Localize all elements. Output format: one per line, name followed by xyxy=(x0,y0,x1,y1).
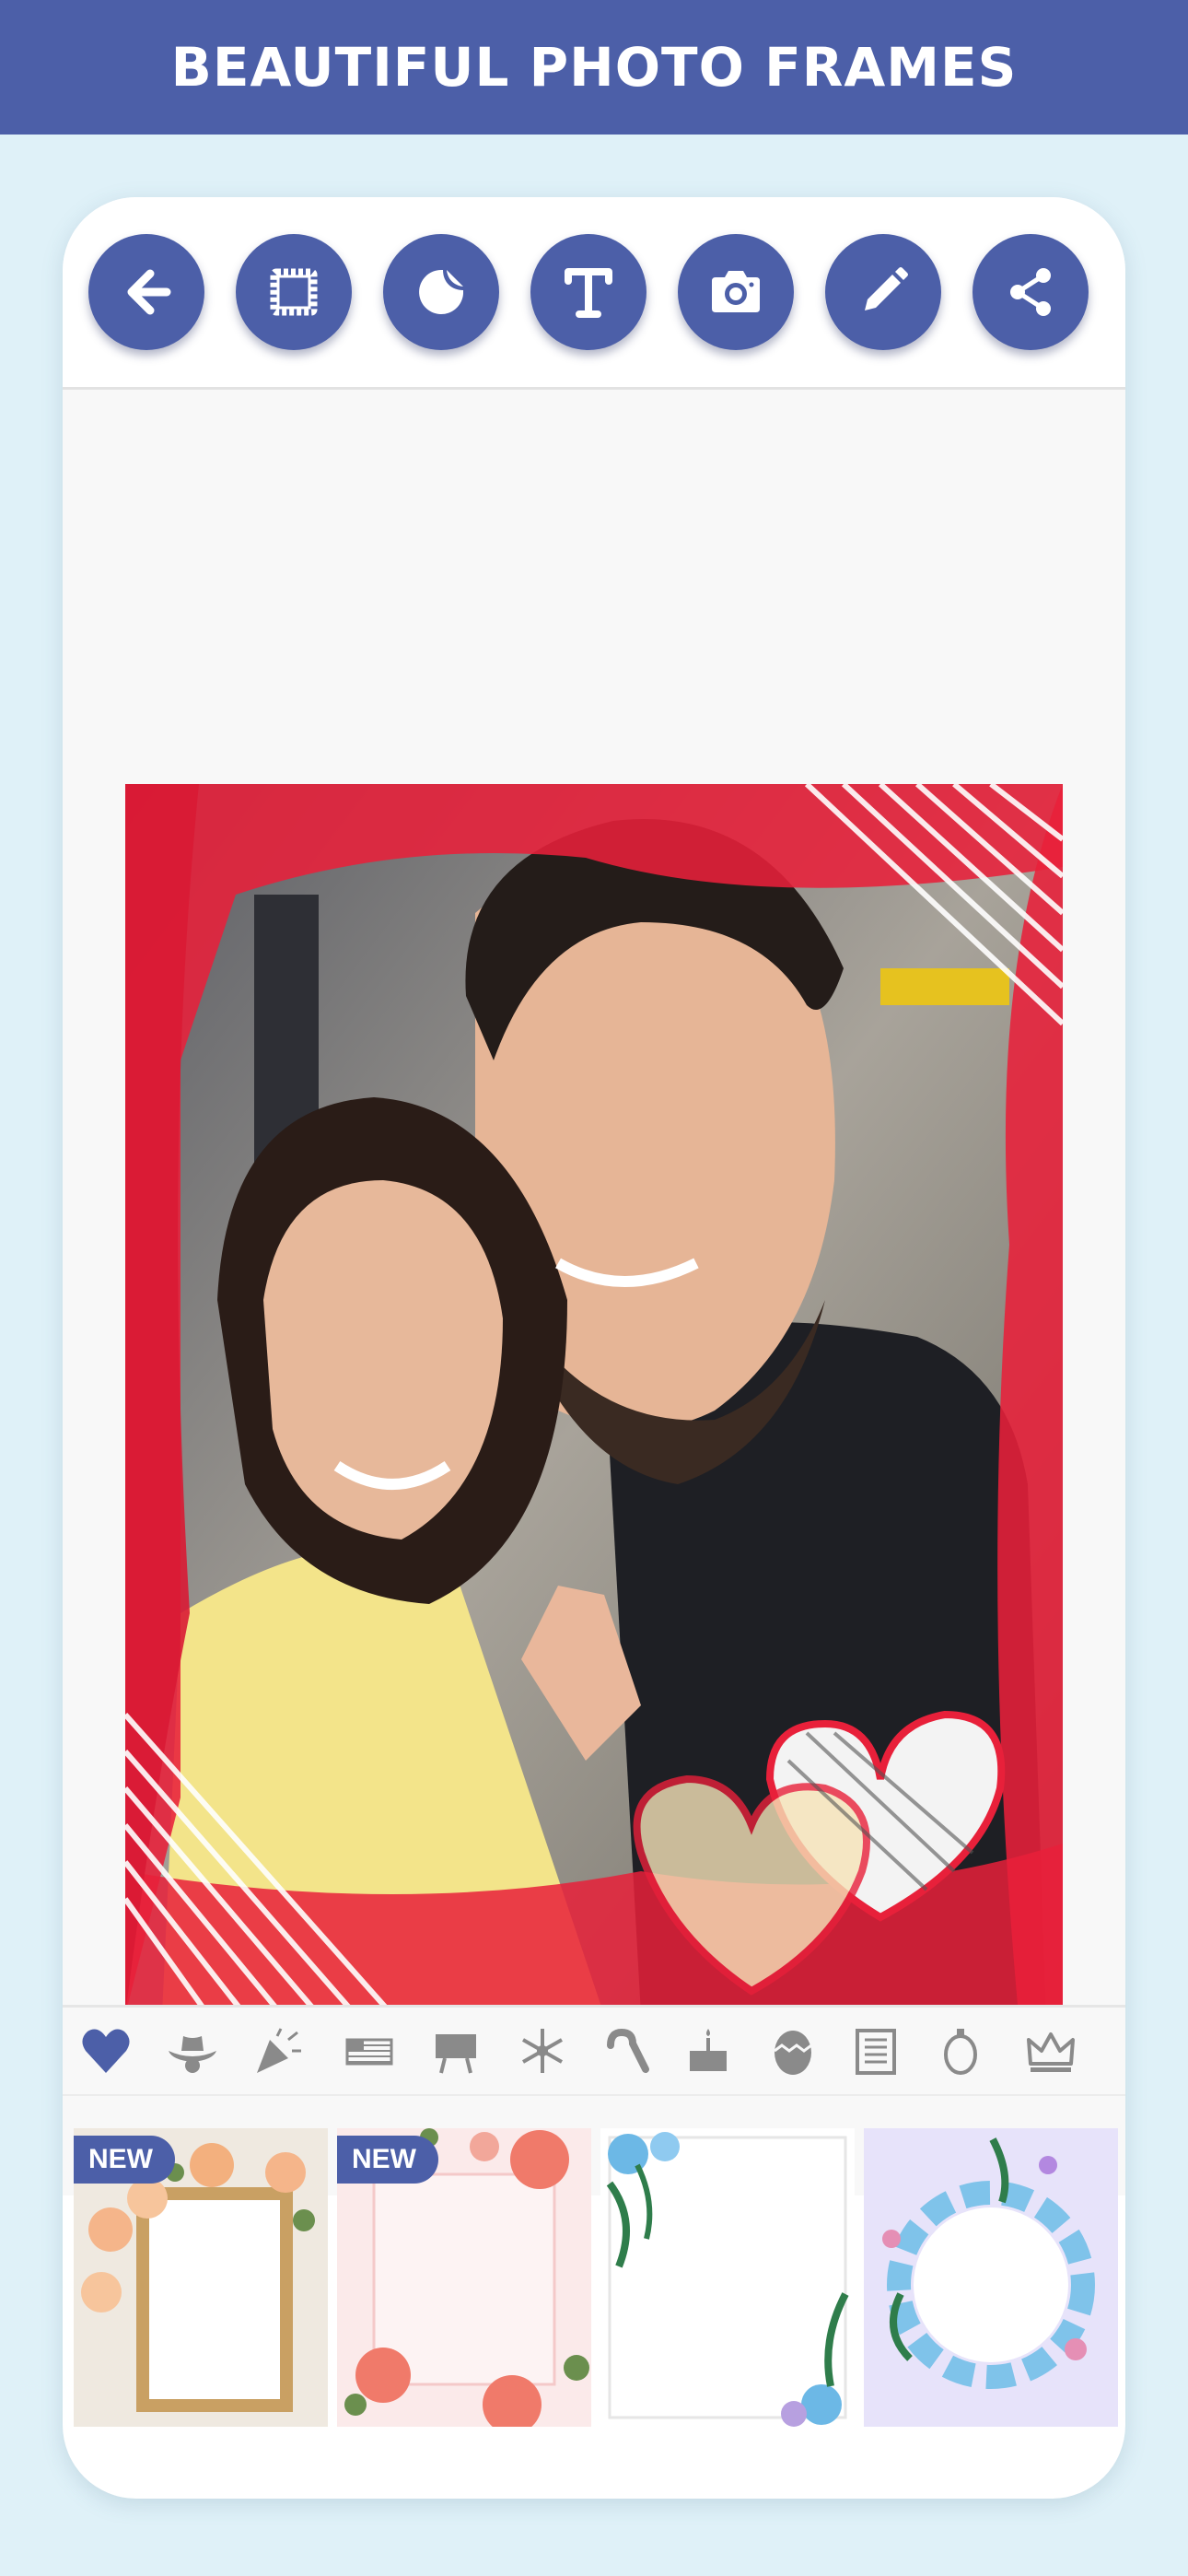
category-flag[interactable] xyxy=(339,2020,400,2081)
camera-button[interactable] xyxy=(678,234,794,350)
easter-egg-icon xyxy=(774,2031,812,2075)
frame-thumbnail[interactable] xyxy=(600,2128,855,2427)
frame-thumbnail[interactable] xyxy=(864,2128,1118,2427)
frame-category-bar xyxy=(63,2005,1125,2096)
pencil-icon xyxy=(865,267,908,310)
frame-icon xyxy=(270,268,318,316)
category-royal[interactable] xyxy=(1020,2020,1081,2081)
category-easter[interactable] xyxy=(763,2020,823,2081)
frame-thumbnail[interactable]: NEW xyxy=(337,2128,591,2427)
new-badge: NEW xyxy=(74,2136,175,2184)
edit-button[interactable] xyxy=(825,234,941,350)
cake-icon xyxy=(690,2029,727,2071)
cowboy-hat-icon xyxy=(169,2036,216,2073)
new-badge: NEW xyxy=(337,2136,438,2184)
framed-photo[interactable] xyxy=(125,784,1063,2015)
heart-icon xyxy=(82,2029,130,2073)
app-screen: NEW NEW xyxy=(63,197,1125,2499)
category-billboard[interactable] xyxy=(425,2020,486,2081)
back-button[interactable] xyxy=(88,234,204,350)
candy-cane-icon xyxy=(607,2028,649,2073)
billboard-icon xyxy=(436,2034,476,2074)
category-western[interactable] xyxy=(162,2020,223,2081)
text-button[interactable] xyxy=(530,234,646,350)
header-banner: BEAUTIFUL PHOTO FRAMES xyxy=(0,0,1188,135)
category-ornament[interactable] xyxy=(930,2020,991,2081)
frame-thumbnail[interactable]: NEW xyxy=(74,2128,328,2427)
floral-wreath-circle-preview xyxy=(864,2128,1118,2427)
snowflake-icon xyxy=(522,2029,563,2073)
frame-button[interactable] xyxy=(236,234,352,350)
category-birthday[interactable] xyxy=(678,2020,739,2081)
flag-icon xyxy=(345,2038,393,2066)
editor-toolbar xyxy=(63,197,1125,390)
category-winter[interactable] xyxy=(512,2020,573,2081)
category-party[interactable] xyxy=(247,2020,308,2081)
category-news[interactable] xyxy=(845,2020,906,2081)
crown-icon xyxy=(1027,2032,1075,2072)
text-icon xyxy=(565,268,612,318)
share-icon xyxy=(1010,268,1051,316)
sticker-button[interactable] xyxy=(383,234,499,350)
blue-floral-corners-preview xyxy=(600,2128,855,2427)
newspaper-icon xyxy=(856,2029,896,2075)
category-love[interactable] xyxy=(76,2020,136,2081)
arrow-left-icon xyxy=(127,269,171,315)
share-button[interactable] xyxy=(973,234,1089,350)
ornament-icon xyxy=(944,2029,977,2075)
photo-canvas[interactable] xyxy=(63,390,1125,2195)
sticker-icon xyxy=(419,270,463,314)
category-candy[interactable] xyxy=(595,2020,656,2081)
banner-title: BEAUTIFUL PHOTO FRAMES xyxy=(170,36,1018,99)
camera-icon xyxy=(712,271,760,312)
party-popper-icon xyxy=(257,2028,301,2073)
frame-thumbnails: NEW NEW xyxy=(63,2128,1125,2432)
photo-illustration xyxy=(125,784,1063,2015)
